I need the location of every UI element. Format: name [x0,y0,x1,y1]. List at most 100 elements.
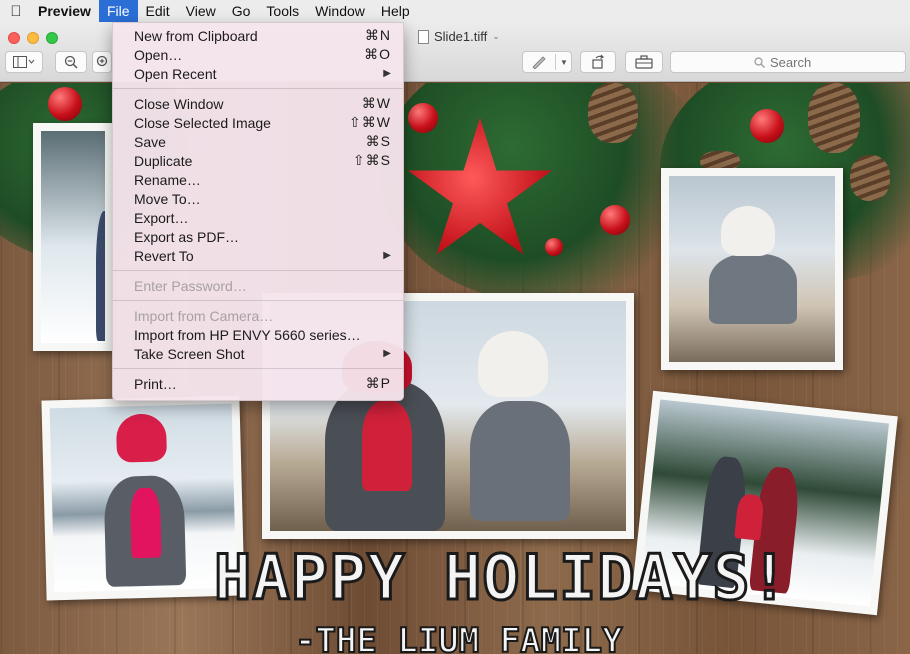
photo-image [669,176,835,362]
menu-edit[interactable]: Edit [138,0,178,22]
zoom-in-icon [96,55,108,67]
menu-file[interactable]: File [98,0,138,22]
markup-pen-icon [532,56,546,69]
pinecone [808,83,860,153]
menu-item-revert-to[interactable]: Revert To ▶ [113,246,403,265]
menu-tools[interactable]: Tools [258,0,307,22]
search-icon [754,56,765,68]
menu-item-label: Open… [134,46,183,63]
menu-app-preview[interactable]: Preview [32,0,99,22]
greeting-headline: HAPPY HOLIDAYS! [213,540,790,616]
photo-image [49,403,237,593]
menu-item-label: Rename… [134,171,201,188]
red-ornament [600,205,630,235]
menu-item-shortcut: ⌘W [361,95,391,111]
minimize-window-button[interactable] [27,32,39,44]
menu-go[interactable]: Go [224,0,259,22]
pinecone [850,155,890,201]
zoom-out-button[interactable] [55,51,87,73]
menu-item-shortcut: ⌘P [365,375,391,391]
close-window-button[interactable] [8,32,20,44]
red-hat [115,413,168,463]
menu-item-take-screen-shot[interactable]: Take Screen Shot ▶ [113,344,403,363]
window-title[interactable]: Slide1.tiff ⌄ [418,29,500,44]
submenu-arrow-icon: ▶ [383,68,391,79]
menu-item-move-to[interactable]: Move To… [113,189,403,208]
search-field[interactable] [670,51,906,73]
menu-item-label: Import from Camera… [134,307,274,324]
menu-item-import-from-hp-envy-5660-series[interactable]: Import from HP ENVY 5660 series… [113,325,403,344]
baby-figure [470,401,570,521]
menu-item-label: Move To… [134,190,201,207]
toolbox-button[interactable] [625,51,663,73]
toolbox-icon [635,55,653,69]
menu-item-rename[interactable]: Rename… [113,170,403,189]
white-hat [478,331,548,397]
sidebar-toggle-button[interactable] [5,51,43,73]
red-ornament [48,87,82,121]
search-input[interactable] [770,54,822,70]
window-title-text: Slide1.tiff [434,29,488,44]
markup-divider [555,54,556,70]
menu-item-save[interactable]: Save ⌘S [113,132,403,151]
menu-bar:  Preview File Edit View Go Tools Window… [0,0,910,22]
menu-item-label: Save [134,133,166,150]
pink-shirt [129,487,162,559]
red-ornament [750,109,784,143]
pinecone [588,83,638,143]
child-figure [96,211,105,341]
zoom-window-button[interactable] [46,32,58,44]
menu-item-label: Duplicate [134,152,193,169]
menu-separator [113,270,403,271]
chevron-down-icon[interactable]: ▼ [560,58,568,67]
zoom-out-icon [64,55,78,69]
red-ornament [545,238,563,256]
document-icon [418,29,429,44]
rotate-icon [592,54,604,69]
menu-item-label: Enter Password… [134,277,247,294]
menu-item-shortcut: ⇧⌘S [352,152,391,168]
menu-item-export[interactable]: Export… [113,208,403,227]
greeting-signature: -THE LIUM FAMILY [294,620,624,654]
menu-item-label: Close Selected Image [134,114,271,131]
menu-item-shortcut: ⌘S [365,133,391,149]
baby-figure [709,254,797,324]
menu-item-new-from-clipboard[interactable]: New from Clipboard ⌘N [113,26,403,45]
red-ornament [408,103,438,133]
menu-item-print[interactable]: Print… ⌘P [113,374,403,393]
rotate-button[interactable] [580,51,616,73]
chevron-down-icon: ⌄ [492,31,500,41]
menu-item-label: Print… [134,375,177,392]
menu-item-shortcut: ⌘N [364,27,391,43]
menu-separator [113,300,403,301]
photo-baby-on-blanket [661,168,843,370]
submenu-arrow-icon: ▶ [383,348,391,359]
menu-view[interactable]: View [178,0,224,22]
menu-window[interactable]: Window [307,0,373,22]
menu-separator [113,88,403,89]
menu-item-label: Export… [134,209,189,226]
menu-item-label: Revert To [134,247,194,264]
menu-item-export-as-pdf[interactable]: Export as PDF… [113,227,403,246]
menu-item-label: Take Screen Shot [134,345,245,362]
menu-item-import-from-camera: Import from Camera… [113,306,403,325]
menu-item-label: Export as PDF… [134,228,240,245]
menu-item-shortcut: ⇧⌘W [349,114,391,130]
file-menu-dropdown: New from Clipboard ⌘N Open… ⌘O Open Recent ▶ C… [112,22,404,401]
menu-item-open[interactable]: Open… ⌘O [113,45,403,64]
apple-icon[interactable]:  [0,3,32,20]
menu-item-open-recent[interactable]: Open Recent ▶ [113,64,403,83]
menu-separator [113,368,403,369]
menu-item-close-selected-image[interactable]: Close Selected Image ⇧⌘W [113,113,403,132]
menu-item-close-window[interactable]: Close Window ⌘W [113,94,403,113]
menu-item-duplicate[interactable]: Duplicate ⇧⌘S [113,151,403,170]
zoom-in-button[interactable] [92,51,112,73]
menu-item-label: Close Window [134,95,224,112]
menu-help[interactable]: Help [373,0,418,22]
menu-item-label: Import from HP ENVY 5660 series… [134,326,361,343]
red-shirt [362,401,412,491]
white-hat [721,206,775,256]
markup-button[interactable]: ▼ [522,51,572,73]
sidebar-toggle-icon [13,56,35,68]
menu-item-label: New from Clipboard [134,27,258,44]
